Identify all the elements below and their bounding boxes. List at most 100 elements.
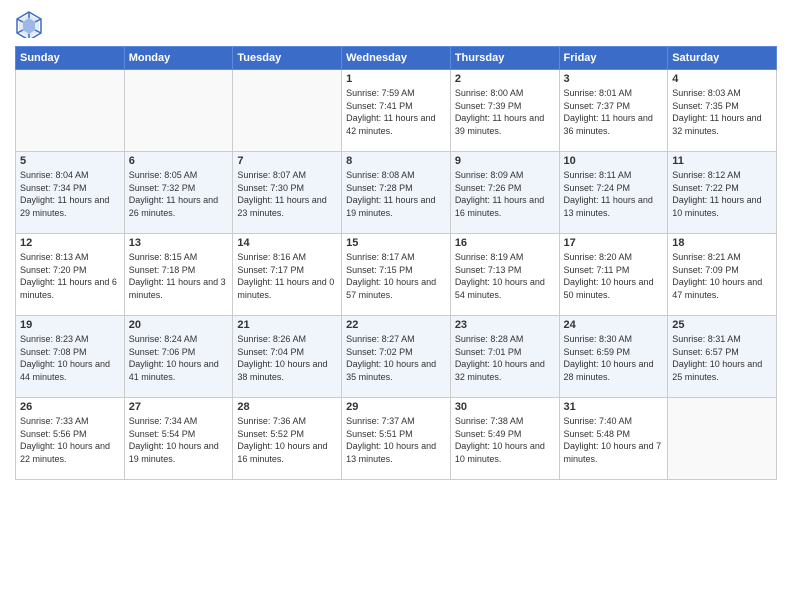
table-row: 25Sunrise: 8:31 AMSunset: 6:57 PMDayligh… bbox=[668, 316, 777, 398]
day-number: 30 bbox=[455, 401, 555, 413]
day-info: Sunrise: 8:03 AMSunset: 7:35 PMDaylight:… bbox=[672, 87, 772, 137]
day-info: Sunrise: 8:19 AMSunset: 7:13 PMDaylight:… bbox=[455, 251, 555, 301]
day-number: 3 bbox=[564, 73, 664, 85]
day-info: Sunrise: 8:05 AMSunset: 7:32 PMDaylight:… bbox=[129, 169, 229, 219]
day-info: Sunrise: 8:07 AMSunset: 7:30 PMDaylight:… bbox=[237, 169, 337, 219]
day-number: 21 bbox=[237, 319, 337, 331]
table-row: 11 Sunrise: 8:12 AMSunset: 7:22 PMDayligh… bbox=[668, 152, 777, 234]
day-info: Sunrise: 8:27 AMSunset: 7:02 PMDaylight:… bbox=[346, 333, 446, 383]
day-info: Sunrise: 8:23 AMSunset: 7:08 PMDaylight:… bbox=[20, 333, 120, 383]
table-row: 2 Sunrise: 8:00 AMSunset: 7:39 PMDaylight… bbox=[450, 70, 559, 152]
table-row: 26Sunrise: 7:33 AMSunset: 5:56 PMDayligh… bbox=[16, 398, 125, 480]
table-row: 14 Sunrise: 8:16 AMSunset: 7:17 PMDayligh… bbox=[233, 234, 342, 316]
day-number: 20 bbox=[129, 319, 229, 331]
table-row: 20 Sunrise: 8:24 AMSunset: 7:06 PMDayligh… bbox=[124, 316, 233, 398]
col-friday: Friday bbox=[559, 47, 668, 70]
table-row: 13 Sunrise: 8:15 AMSunset: 7:18 PMDayligh… bbox=[124, 234, 233, 316]
table-row: 16Sunrise: 8:19 AMSunset: 7:13 PMDayligh… bbox=[450, 234, 559, 316]
col-tuesday: Tuesday bbox=[233, 47, 342, 70]
table-row: 5 Sunrise: 8:04 AMSunset: 7:34 PMDaylight… bbox=[16, 152, 125, 234]
day-number: 29 bbox=[346, 401, 446, 413]
day-info: Sunrise: 8:12 AMSunset: 7:22 PMDaylight:… bbox=[672, 169, 772, 219]
day-info: Sunrise: 8:24 AMSunset: 7:06 PMDaylight:… bbox=[129, 333, 229, 383]
day-number: 14 bbox=[237, 237, 337, 249]
day-info: Sunrise: 8:26 AMSunset: 7:04 PMDaylight:… bbox=[237, 333, 337, 383]
day-number: 7 bbox=[237, 155, 337, 167]
col-monday: Monday bbox=[124, 47, 233, 70]
day-number: 15 bbox=[346, 237, 446, 249]
day-number: 9 bbox=[455, 155, 555, 167]
table-row: 22 Sunrise: 8:27 AMSunset: 7:02 PMDayligh… bbox=[342, 316, 451, 398]
table-row: 4 Sunrise: 8:03 AMSunset: 7:35 PMDaylight… bbox=[668, 70, 777, 152]
page: Sunday Monday Tuesday Wednesday Thursday… bbox=[0, 0, 792, 612]
table-row: 1 Sunrise: 7:59 AMSunset: 7:41 PMDaylight… bbox=[342, 70, 451, 152]
table-row: 7 Sunrise: 8:07 AMSunset: 7:30 PMDaylight… bbox=[233, 152, 342, 234]
day-number: 8 bbox=[346, 155, 446, 167]
table-row bbox=[124, 70, 233, 152]
day-info: Sunrise: 8:01 AMSunset: 7:37 PMDaylight:… bbox=[564, 87, 664, 137]
table-row bbox=[16, 70, 125, 152]
table-row: 21 Sunrise: 8:26 AMSunset: 7:04 PMDayligh… bbox=[233, 316, 342, 398]
day-number: 2 bbox=[455, 73, 555, 85]
day-info: Sunrise: 8:13 AMSunset: 7:20 PMDaylight:… bbox=[20, 251, 120, 301]
table-row: 23Sunrise: 8:28 AMSunset: 7:01 PMDayligh… bbox=[450, 316, 559, 398]
logo bbox=[15, 10, 47, 38]
day-number: 27 bbox=[129, 401, 229, 413]
col-sunday: Sunday bbox=[16, 47, 125, 70]
calendar-week-row: 19 Sunrise: 8:23 AMSunset: 7:08 PMDayligh… bbox=[16, 316, 777, 398]
day-number: 6 bbox=[129, 155, 229, 167]
day-number: 10 bbox=[564, 155, 664, 167]
day-info: Sunrise: 7:34 AMSunset: 5:54 PMDaylight:… bbox=[129, 415, 229, 465]
table-row: 10 Sunrise: 8:11 AMSunset: 7:24 PMDayligh… bbox=[559, 152, 668, 234]
day-number: 5 bbox=[20, 155, 120, 167]
day-info: Sunrise: 8:15 AMSunset: 7:18 PMDaylight:… bbox=[129, 251, 229, 301]
table-row: 24Sunrise: 8:30 AMSunset: 6:59 PMDayligh… bbox=[559, 316, 668, 398]
day-number: 1 bbox=[346, 73, 446, 85]
day-number: 19 bbox=[20, 319, 120, 331]
day-number: 18 bbox=[672, 237, 772, 249]
table-row: 17 Sunrise: 8:20 AMSunset: 7:11 PMDayligh… bbox=[559, 234, 668, 316]
day-info: Sunrise: 8:20 AMSunset: 7:11 PMDaylight:… bbox=[564, 251, 664, 301]
table-row: 15 Sunrise: 8:17 AMSunset: 7:15 PMDayligh… bbox=[342, 234, 451, 316]
day-info: Sunrise: 8:04 AMSunset: 7:34 PMDaylight:… bbox=[20, 169, 120, 219]
table-row: 6 Sunrise: 8:05 AMSunset: 7:32 PMDaylight… bbox=[124, 152, 233, 234]
table-row: 31 Sunrise: 7:40 AMSunset: 5:48 PMDayligh… bbox=[559, 398, 668, 480]
day-info: Sunrise: 8:17 AMSunset: 7:15 PMDaylight:… bbox=[346, 251, 446, 301]
day-info: Sunrise: 8:11 AMSunset: 7:24 PMDaylight:… bbox=[564, 169, 664, 219]
table-row: 28Sunrise: 7:36 AMSunset: 5:52 PMDayligh… bbox=[233, 398, 342, 480]
calendar-week-row: 1 Sunrise: 7:59 AMSunset: 7:41 PMDaylight… bbox=[16, 70, 777, 152]
table-row: 9 Sunrise: 8:09 AMSunset: 7:26 PMDaylight… bbox=[450, 152, 559, 234]
day-info: Sunrise: 8:00 AMSunset: 7:39 PMDaylight:… bbox=[455, 87, 555, 137]
calendar-week-row: 5 Sunrise: 8:04 AMSunset: 7:34 PMDaylight… bbox=[16, 152, 777, 234]
day-number: 22 bbox=[346, 319, 446, 331]
day-number: 31 bbox=[564, 401, 664, 413]
day-number: 4 bbox=[672, 73, 772, 85]
day-info: Sunrise: 8:08 AMSunset: 7:28 PMDaylight:… bbox=[346, 169, 446, 219]
table-row: 8 Sunrise: 8:08 AMSunset: 7:28 PMDaylight… bbox=[342, 152, 451, 234]
table-row: 12Sunrise: 8:13 AMSunset: 7:20 PMDayligh… bbox=[16, 234, 125, 316]
table-row: 29 Sunrise: 7:37 AMSunset: 5:51 PMDayligh… bbox=[342, 398, 451, 480]
day-info: Sunrise: 7:38 AMSunset: 5:49 PMDaylight:… bbox=[455, 415, 555, 465]
logo-icon bbox=[15, 10, 43, 38]
calendar-header-row: Sunday Monday Tuesday Wednesday Thursday… bbox=[16, 47, 777, 70]
day-number: 13 bbox=[129, 237, 229, 249]
day-info: Sunrise: 7:59 AMSunset: 7:41 PMDaylight:… bbox=[346, 87, 446, 137]
day-number: 28 bbox=[237, 401, 337, 413]
col-thursday: Thursday bbox=[450, 47, 559, 70]
day-number: 24 bbox=[564, 319, 664, 331]
calendar-week-row: 26Sunrise: 7:33 AMSunset: 5:56 PMDayligh… bbox=[16, 398, 777, 480]
day-number: 17 bbox=[564, 237, 664, 249]
header bbox=[15, 10, 777, 38]
day-info: Sunrise: 7:37 AMSunset: 5:51 PMDaylight:… bbox=[346, 415, 446, 465]
day-number: 26 bbox=[20, 401, 120, 413]
table-row: 3 Sunrise: 8:01 AMSunset: 7:37 PMDaylight… bbox=[559, 70, 668, 152]
table-row: 30 Sunrise: 7:38 AMSunset: 5:49 PMDayligh… bbox=[450, 398, 559, 480]
day-info: Sunrise: 8:09 AMSunset: 7:26 PMDaylight:… bbox=[455, 169, 555, 219]
day-info: Sunrise: 7:40 AMSunset: 5:48 PMDaylight:… bbox=[564, 415, 664, 465]
table-row: 18 Sunrise: 8:21 AMSunset: 7:09 PMDayligh… bbox=[668, 234, 777, 316]
day-info: Sunrise: 8:21 AMSunset: 7:09 PMDaylight:… bbox=[672, 251, 772, 301]
day-number: 11 bbox=[672, 155, 772, 167]
col-wednesday: Wednesday bbox=[342, 47, 451, 70]
day-info: Sunrise: 8:16 AMSunset: 7:17 PMDaylight:… bbox=[237, 251, 337, 301]
table-row: 19 Sunrise: 8:23 AMSunset: 7:08 PMDayligh… bbox=[16, 316, 125, 398]
